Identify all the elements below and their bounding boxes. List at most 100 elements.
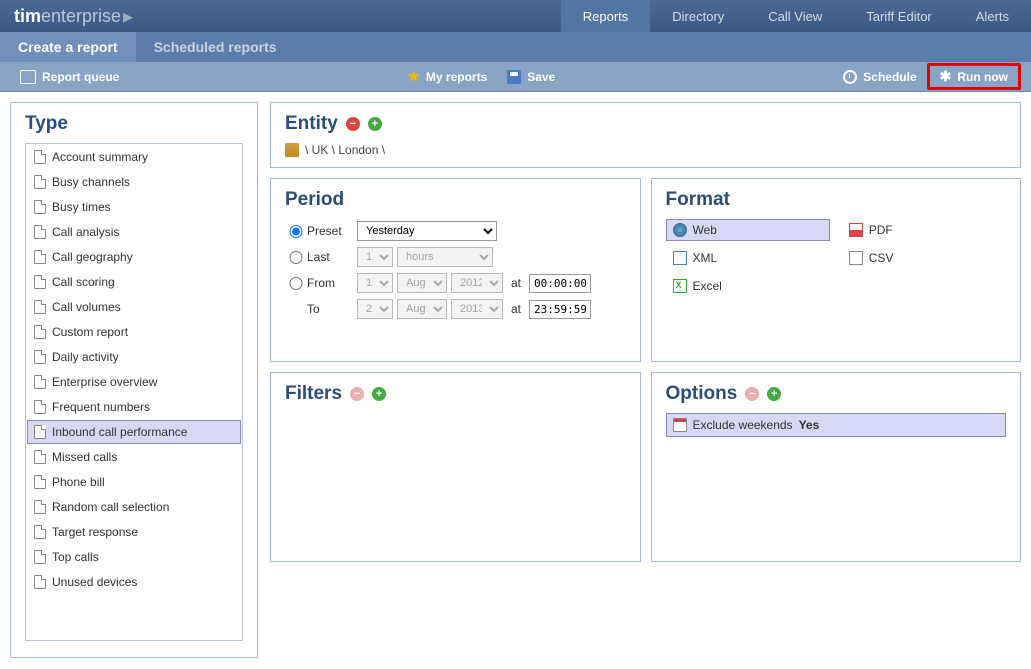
nav-directory[interactable]: Directory: [650, 0, 746, 32]
type-item-label: Call scoring: [52, 275, 115, 289]
calendar-icon: [673, 418, 687, 432]
filters-panel: Filters − +: [270, 372, 641, 562]
format-item-label: PDF: [869, 223, 893, 237]
top-nav: Reports Directory Call View Tariff Edito…: [561, 0, 1031, 32]
type-panel: Type Account summaryBusy channelsBusy ti…: [10, 102, 258, 658]
type-item[interactable]: Busy times: [27, 195, 241, 219]
nav-reports[interactable]: Reports: [561, 0, 651, 32]
add-filter-icon[interactable]: +: [372, 387, 386, 401]
report-queue-button[interactable]: Report queue: [10, 62, 129, 91]
type-item-label: Top calls: [52, 550, 99, 564]
to-year[interactable]: 2013: [451, 299, 503, 319]
page-icon: [34, 575, 46, 589]
type-item[interactable]: Target response: [27, 520, 241, 544]
type-item-label: Random call selection: [52, 500, 169, 514]
run-now-button[interactable]: ✱ Run now: [936, 68, 1012, 85]
format-item-web[interactable]: Web: [666, 219, 830, 241]
option-value: Yes: [799, 418, 820, 432]
logo-light: enterprise: [41, 6, 121, 27]
type-item-label: Phone bill: [52, 475, 105, 489]
period-last-unit[interactable]: hours: [397, 247, 493, 267]
type-item[interactable]: Phone bill: [27, 470, 241, 494]
nav-tariff-editor[interactable]: Tariff Editor: [844, 0, 954, 32]
period-last-label: Last: [307, 250, 357, 264]
remove-entity-icon[interactable]: −: [346, 117, 360, 131]
page-icon: [34, 325, 46, 339]
format-item-excel[interactable]: Excel: [666, 275, 830, 297]
type-item[interactable]: Frequent numbers: [27, 395, 241, 419]
page-icon: [34, 400, 46, 414]
star-icon: ★: [407, 68, 420, 85]
type-item[interactable]: Call scoring: [27, 270, 241, 294]
from-month[interactable]: Aug: [397, 273, 447, 293]
to-time[interactable]: [529, 300, 591, 319]
remove-filter-icon[interactable]: −: [350, 387, 364, 401]
my-reports-button[interactable]: ★ My reports: [397, 62, 497, 91]
entity-path-text: \ UK \ London \: [305, 143, 385, 157]
page-icon: [34, 300, 46, 314]
period-preset-select[interactable]: Yesterday: [357, 221, 497, 241]
page-icon: [34, 425, 46, 439]
type-list[interactable]: Account summaryBusy channelsBusy times Ca…: [25, 143, 243, 641]
from-time[interactable]: [529, 274, 591, 293]
type-item-label: Custom report: [52, 325, 128, 339]
format-item-pdf[interactable]: PDF: [842, 219, 1006, 241]
type-item[interactable]: Busy channels: [27, 170, 241, 194]
run-now-label: Run now: [957, 70, 1008, 84]
run-now-highlight: ✱ Run now: [927, 63, 1021, 90]
entity-panel: Entity − + \ UK \ London \: [270, 102, 1021, 168]
period-from-radio[interactable]: [285, 277, 307, 290]
format-item-label: Web: [693, 223, 717, 237]
option-exclude-weekends[interactable]: Exclude weekends Yes: [666, 413, 1007, 437]
type-item[interactable]: Call volumes: [27, 295, 241, 319]
schedule-button[interactable]: Schedule: [833, 62, 926, 91]
add-option-icon[interactable]: +: [767, 387, 781, 401]
type-item[interactable]: Unused devices: [27, 570, 241, 594]
tab-scheduled-reports[interactable]: Scheduled reports: [136, 32, 295, 62]
type-item[interactable]: Daily activity: [27, 345, 241, 369]
period-preset-label: Preset: [307, 224, 357, 238]
add-entity-icon[interactable]: +: [368, 117, 382, 131]
format-item-xml[interactable]: XML: [666, 247, 830, 269]
type-item[interactable]: Account summary: [27, 145, 241, 169]
page-icon: [34, 225, 46, 239]
nav-call-view[interactable]: Call View: [746, 0, 844, 32]
format-item-csv[interactable]: CSV: [842, 247, 1006, 269]
format-item-label: XML: [693, 251, 718, 265]
type-item-label: Call volumes: [52, 300, 121, 314]
type-item[interactable]: Inbound call performance: [27, 420, 241, 444]
to-month[interactable]: Aug: [397, 299, 447, 319]
type-item[interactable]: Custom report: [27, 320, 241, 344]
type-item[interactable]: Call analysis: [27, 220, 241, 244]
type-item[interactable]: Top calls: [27, 545, 241, 569]
toolbar: Report queue ★ My reports Save Schedule …: [0, 62, 1031, 92]
save-button[interactable]: Save: [497, 62, 565, 91]
schedule-label: Schedule: [863, 70, 916, 84]
logo-bold: tim: [14, 6, 41, 27]
period-last-count[interactable]: 1: [357, 247, 393, 267]
period-panel: Period Preset Yesterday Last 1 hours Fro…: [270, 178, 641, 362]
period-preset-radio[interactable]: [285, 225, 307, 238]
page-icon: [34, 500, 46, 514]
page-icon: [34, 350, 46, 364]
type-item[interactable]: Enterprise overview: [27, 370, 241, 394]
from-year[interactable]: 2012: [451, 273, 503, 293]
nav-alerts[interactable]: Alerts: [954, 0, 1031, 32]
tab-create-report[interactable]: Create a report: [0, 32, 136, 62]
logo: timenterprise▸: [0, 4, 147, 29]
page-icon: [34, 475, 46, 489]
period-last-radio[interactable]: [285, 251, 307, 264]
entity-path[interactable]: \ UK \ London \: [285, 143, 1006, 157]
to-day[interactable]: 23: [357, 299, 393, 319]
type-item-label: Unused devices: [52, 575, 137, 589]
type-item[interactable]: Missed calls: [27, 445, 241, 469]
type-item[interactable]: Call geography: [27, 245, 241, 269]
from-day[interactable]: 15: [357, 273, 393, 293]
report-queue-label: Report queue: [42, 70, 119, 84]
top-bar: timenterprise▸ Reports Directory Call Vi…: [0, 0, 1031, 32]
type-item-label: Call analysis: [52, 225, 119, 239]
my-reports-label: My reports: [426, 70, 487, 84]
type-item[interactable]: Random call selection: [27, 495, 241, 519]
remove-option-icon[interactable]: −: [745, 387, 759, 401]
save-icon: [507, 70, 521, 84]
